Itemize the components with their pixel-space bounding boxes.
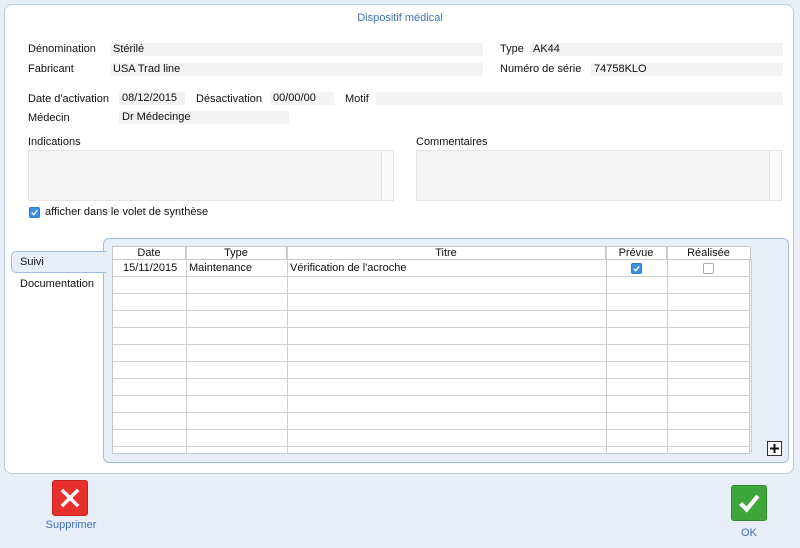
- row-divider: [113, 327, 749, 328]
- synthese-label: afficher dans le volet de synthèse: [45, 206, 209, 218]
- fabricant-field[interactable]: USA Trad line: [110, 63, 483, 76]
- row-divider: [113, 429, 749, 430]
- column-header-titre[interactable]: Titre: [287, 247, 606, 260]
- row-divider: [113, 293, 749, 294]
- column-header-type[interactable]: Type: [186, 247, 287, 260]
- motif-label: Motif: [345, 93, 369, 105]
- table-row-realisee-checkbox[interactable]: [703, 263, 714, 274]
- row-divider: [113, 412, 749, 413]
- type-label: Type: [500, 43, 524, 55]
- indications-scrollbar[interactable]: [381, 151, 393, 200]
- suivi-table[interactable]: Date Type Titre Prévue Réalisée 15/11/20…: [112, 246, 752, 454]
- column-header-realisee[interactable]: Réalisée: [667, 247, 751, 260]
- column-divider: [751, 259, 752, 453]
- tab-documentation[interactable]: Documentation: [11, 276, 94, 292]
- serial-field[interactable]: 74758KLO: [591, 63, 783, 76]
- check-icon: [31, 209, 38, 216]
- desactivation-label: Désactivation: [196, 93, 263, 105]
- tab-suivi[interactable]: Suivi: [11, 251, 106, 273]
- delete-button-label[interactable]: Supprimer: [36, 519, 106, 531]
- activation-field[interactable]: 08/12/2015: [119, 92, 185, 105]
- close-icon: [60, 488, 80, 508]
- row-divider: [113, 378, 749, 379]
- desactivation-field[interactable]: 00/00/00: [270, 92, 334, 105]
- row-divider: [113, 395, 749, 396]
- window-title: Dispositif médical: [357, 12, 443, 24]
- delete-button[interactable]: [52, 480, 88, 516]
- plus-icon: [770, 444, 779, 453]
- indications-textarea[interactable]: [28, 150, 394, 201]
- column-divider: [667, 247, 668, 453]
- medecin-label: Médecin: [28, 112, 70, 124]
- table-row-prevue-checkbox[interactable]: [631, 263, 642, 274]
- medecin-field[interactable]: Dr Médecinge: [119, 111, 289, 124]
- table-row-date[interactable]: 15/11/2015: [120, 262, 177, 275]
- activation-label: Date d'activation: [28, 93, 109, 105]
- add-row-button[interactable]: [767, 441, 782, 456]
- row-divider: [113, 310, 749, 311]
- fabricant-label: Fabricant: [28, 63, 74, 75]
- row-divider: [113, 446, 749, 447]
- checkmark-icon: [739, 494, 760, 513]
- table-row-titre[interactable]: Vérification de l'acroche: [287, 262, 406, 275]
- type-field[interactable]: AK44: [530, 43, 783, 56]
- serial-label: Numéro de série: [500, 63, 582, 75]
- column-divider: [606, 247, 607, 453]
- synthese-checkbox[interactable]: [29, 207, 40, 218]
- row-divider: [113, 344, 749, 345]
- ok-button-label[interactable]: OK: [731, 527, 767, 539]
- denomination-field[interactable]: Stérilé: [110, 43, 483, 56]
- column-divider: [186, 247, 187, 453]
- column-divider: [287, 247, 288, 453]
- commentaires-scrollbar[interactable]: [769, 151, 781, 200]
- row-divider: [113, 276, 749, 277]
- denomination-label: Dénomination: [28, 43, 96, 55]
- column-header-prevue[interactable]: Prévue: [606, 247, 667, 260]
- table-row-type[interactable]: Maintenance: [186, 262, 252, 275]
- motif-field[interactable]: [376, 92, 783, 105]
- commentaires-label: Commentaires: [416, 136, 488, 148]
- check-icon: [633, 265, 640, 272]
- ok-button[interactable]: [731, 485, 767, 521]
- row-divider: [113, 361, 749, 362]
- indications-label: Indications: [28, 136, 81, 148]
- column-header-date[interactable]: Date: [113, 247, 186, 260]
- commentaires-textarea[interactable]: [416, 150, 782, 201]
